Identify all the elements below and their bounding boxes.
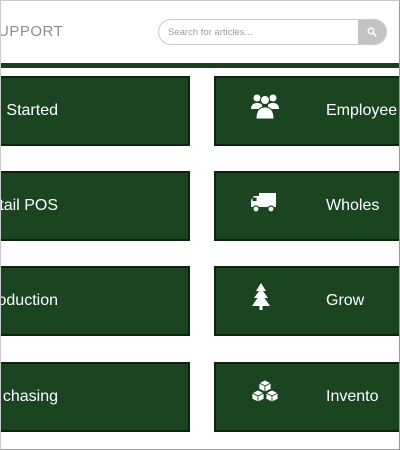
search-button[interactable] [358,20,386,44]
page-frame: UPPORT Started tail POS oduction chasing [0,0,400,450]
tree-icon [252,283,270,310]
tile-production[interactable]: oduction [0,266,190,336]
tile-purchasing[interactable]: chasing [1,362,190,432]
tile-employee[interactable]: Employee [214,76,399,146]
tile-label: tail POS [0,197,58,214]
tile-label: Wholes [326,197,380,214]
tile-label: Invento [326,388,379,405]
tile-label: chasing [2,388,58,405]
tile-wholesale[interactable]: Wholes [214,171,399,241]
tile-label: Grow [326,292,365,309]
tile-label: Employee [326,102,398,119]
tile-label: oduction [0,292,58,309]
tile-growing[interactable]: Grow [214,266,399,336]
brand-title[interactable]: UPPORT [1,23,63,40]
tile-getting-started[interactable]: Started [1,76,190,146]
tile-inventory[interactable]: Invento [214,362,399,432]
boxes-icon [251,379,279,403]
tile-retail-pos[interactable]: tail POS [0,171,190,241]
users-icon [251,94,279,120]
header: UPPORT [1,1,399,63]
search-icon [367,27,377,37]
header-divider [1,63,399,68]
truck-icon [251,193,276,213]
search-box [158,19,387,45]
tile-label: Started [6,102,58,119]
search-input[interactable] [159,20,368,44]
